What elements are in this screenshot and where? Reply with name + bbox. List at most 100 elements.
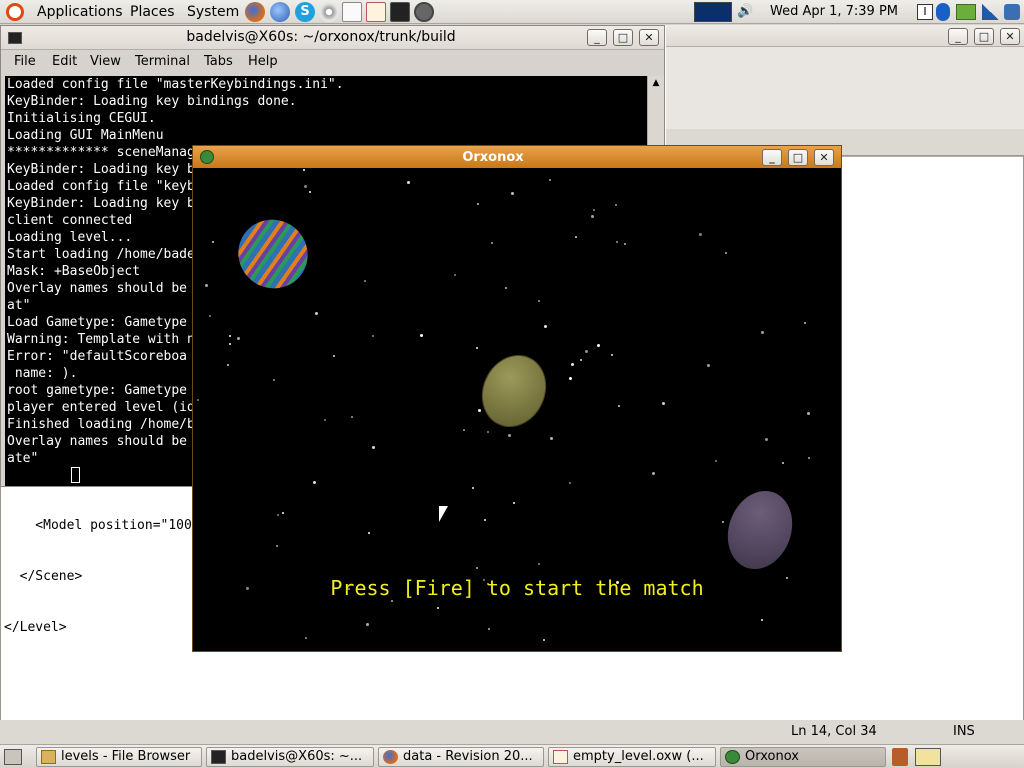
star <box>488 628 490 630</box>
notification-icon[interactable] <box>1004 4 1020 20</box>
star <box>538 300 540 302</box>
scroll-up-arrow-icon[interactable]: ▲ <box>649 76 663 90</box>
star <box>364 280 366 282</box>
cursor-position: Ln 14, Col 34 <box>791 724 877 739</box>
system-monitor-graph[interactable] <box>694 2 732 22</box>
menu-terminal[interactable]: Terminal <box>135 50 190 74</box>
applications-menu[interactable]: Applications <box>37 0 123 24</box>
star <box>543 639 545 641</box>
disc-launcher-icon[interactable] <box>319 2 339 22</box>
editor-minimize-button[interactable]: _ <box>948 28 968 45</box>
game-viewport[interactable]: Press [Fire] to start the match <box>197 168 837 648</box>
star <box>282 512 284 514</box>
menu-edit[interactable]: Edit <box>52 50 77 74</box>
show-desktop-icon[interactable] <box>4 749 22 765</box>
star <box>477 203 479 205</box>
star <box>333 355 335 357</box>
editor-text-content[interactable]: <Model position="100 </Scene> </Level> <box>4 483 192 670</box>
notes-launcher-icon[interactable] <box>342 2 362 22</box>
taskbar-item-orxonox[interactable]: Orxonox <box>720 747 886 767</box>
bluetooth-icon[interactable] <box>936 3 950 21</box>
terminal-close-button[interactable]: ✕ <box>639 29 659 46</box>
star <box>478 409 481 412</box>
star <box>615 204 617 206</box>
taskbar-item-firefox[interactable]: data - Revision 20... <box>378 747 544 767</box>
firefox-launcher-icon[interactable] <box>245 2 265 22</box>
star <box>807 412 810 415</box>
star <box>315 312 318 315</box>
editor-maximize-button[interactable]: □ <box>974 28 994 45</box>
terminal-line: Loading GUI MainMenu <box>7 128 164 143</box>
star <box>391 600 393 602</box>
star <box>487 431 489 433</box>
menu-file[interactable]: File <box>14 50 36 74</box>
places-menu[interactable]: Places <box>130 0 175 24</box>
menu-tabs[interactable]: Tabs <box>204 50 233 74</box>
star <box>309 191 311 193</box>
star <box>707 364 710 367</box>
editor-line: </Scene> <box>4 569 83 584</box>
star <box>372 446 375 449</box>
star <box>571 363 574 366</box>
game-close-button[interactable]: ✕ <box>814 149 834 166</box>
ubuntu-logo-icon[interactable] <box>6 3 24 21</box>
menu-help[interactable]: Help <box>248 50 278 74</box>
star <box>652 472 655 475</box>
star <box>484 519 486 521</box>
star <box>372 335 374 337</box>
star <box>454 274 456 276</box>
editor-close-button[interactable]: ✕ <box>1000 28 1020 45</box>
star <box>472 487 474 489</box>
network-icon[interactable] <box>982 4 999 20</box>
game-titlebar[interactable]: Orxonox _ □ ✕ <box>193 146 841 168</box>
skype-launcher-icon[interactable]: S <box>295 2 315 22</box>
star <box>324 419 326 421</box>
volume-icon[interactable]: 🔊 <box>737 5 753 19</box>
star <box>505 287 507 289</box>
taskbar-item-terminal[interactable]: badelvis@X60s: ~... <box>206 747 374 767</box>
start-match-message: Press [Fire] to start the match <box>330 576 704 600</box>
clock[interactable]: Wed Apr 1, 7:39 PM <box>770 0 898 24</box>
menu-view[interactable]: View <box>90 50 121 74</box>
orxonox-game-window: Orxonox _ □ ✕ Press [Fire] to start the … <box>192 145 842 652</box>
star <box>597 344 600 347</box>
taskbar-item-file-browser[interactable]: levels - File Browser <box>36 747 202 767</box>
shutdown-launcher-icon[interactable] <box>414 2 434 22</box>
star <box>725 252 727 254</box>
workspace-switcher[interactable] <box>915 748 941 766</box>
star <box>722 521 724 523</box>
editor-launcher-icon[interactable] <box>366 2 386 22</box>
game-maximize-button[interactable]: □ <box>788 149 808 166</box>
terminal-launcher-icon[interactable] <box>390 2 410 22</box>
star <box>611 354 613 356</box>
star <box>273 379 275 381</box>
browser-launcher-icon[interactable] <box>270 2 290 22</box>
star <box>761 619 763 621</box>
system-menu[interactable]: System <box>187 0 239 24</box>
battery-icon[interactable] <box>956 4 976 20</box>
editor-titlebar[interactable]: _ □ ✕ <box>666 25 1024 47</box>
star <box>616 241 618 243</box>
star <box>508 434 511 437</box>
game-title: Orxonox <box>462 150 524 165</box>
input-indicator-icon[interactable]: I <box>917 4 933 20</box>
star <box>313 481 316 484</box>
terminal-titlebar[interactable]: badelvis@X60s: ~/orxonox/trunk/build _ □… <box>1 26 664 50</box>
game-minimize-button[interactable]: _ <box>762 149 782 166</box>
terminal-maximize-button[interactable]: □ <box>613 29 633 46</box>
star <box>808 457 810 459</box>
star <box>699 233 702 236</box>
star <box>437 607 439 609</box>
terminal-line: Initialising CEGUI. <box>7 111 156 126</box>
star <box>476 347 478 349</box>
terminal-minimize-button[interactable]: _ <box>587 29 607 46</box>
mouse-cursor-icon <box>439 506 448 522</box>
star <box>205 284 208 287</box>
star <box>209 315 211 317</box>
star <box>368 532 370 534</box>
trash-icon[interactable] <box>892 748 908 766</box>
star <box>476 567 478 569</box>
orxonox-icon <box>725 750 740 764</box>
star <box>420 334 423 337</box>
taskbar-item-text-editor[interactable]: empty_level.oxw (... <box>548 747 716 767</box>
